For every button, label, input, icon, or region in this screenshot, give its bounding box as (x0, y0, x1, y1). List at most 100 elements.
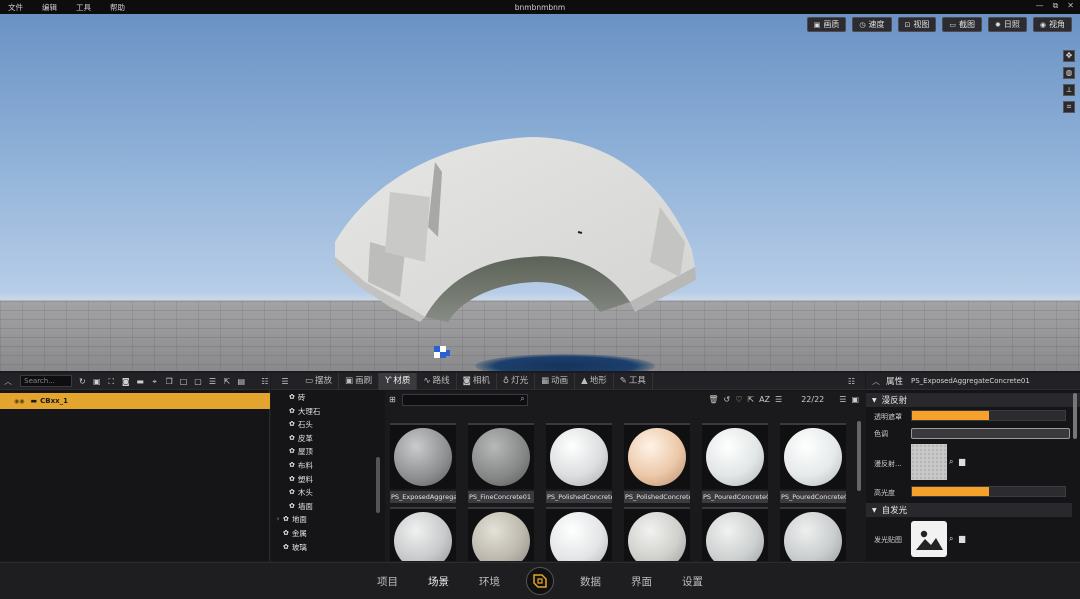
outliner-item[interactable]: ◉◉ ▬ CBxx_1 (0, 393, 270, 409)
tint-color-picker[interactable] (911, 428, 1070, 439)
properties-scrollbar[interactable] (1073, 393, 1077, 439)
copy-icon[interactable]: ❐ (165, 377, 173, 386)
quality-button[interactable]: ▣ 画质 (806, 17, 847, 32)
material-tile[interactable] (546, 507, 612, 561)
tab-tools[interactable]: ✎ 工具 (614, 372, 653, 390)
grid-scrollbar[interactable] (857, 421, 861, 491)
speed-button[interactable]: ◷ 速度 (852, 17, 892, 32)
list-view-icon[interactable]: ☰ (839, 395, 846, 404)
menu-edit[interactable]: 编辑 (42, 2, 57, 13)
material-tile[interactable]: PS_PolishedConcrete02 (624, 423, 690, 509)
sunlight-button[interactable]: ✹ 日照 (988, 17, 1027, 32)
orbit-icon[interactable]: ◍ (1063, 67, 1075, 79)
frame-icon[interactable]: ▣ (93, 377, 101, 386)
emissive-section[interactable]: ▼ 自发光 (866, 503, 1072, 517)
refresh-icon[interactable]: ↻ (78, 377, 86, 386)
menu-tools[interactable]: 工具 (76, 2, 91, 13)
grid-snap-icon[interactable]: ⌗ (1063, 101, 1075, 113)
tab-camera[interactable]: ◙ 相机 (457, 372, 497, 390)
folder-icon[interactable]: ▆ (959, 534, 965, 543)
delete-icon[interactable]: 🗑 (708, 395, 718, 404)
menu-help[interactable]: 帮助 (110, 2, 125, 13)
window-icon[interactable]: ▢ (194, 377, 202, 386)
tab-terrain[interactable]: ▲ 地形 (575, 372, 614, 390)
visibility-icon[interactable]: ◉◉ (14, 398, 24, 405)
sort-az-icon[interactable]: AZ (759, 395, 770, 404)
3d-viewport[interactable]: ▣ 画质 ◷ 速度 ⊡ 视图 ▭ 截图 ✹ 日照 ◉ 视角 ✥ ◍ ⟂ ⌗ (0, 14, 1080, 371)
nav-interface[interactable]: 界面 (631, 574, 652, 589)
minimize-icon[interactable]: — (1036, 1, 1044, 11)
folder-icon[interactable]: ▆ (959, 457, 965, 466)
app-logo-button[interactable] (526, 567, 554, 595)
export-icon[interactable]: ⇱ (747, 395, 754, 404)
material-tile[interactable]: PS_PouredConcrete01 (702, 423, 768, 509)
hamburger-icon[interactable]: ☰ (271, 377, 299, 386)
box-icon[interactable]: □ (179, 377, 188, 386)
category-item[interactable]: ✿ 砖 (271, 391, 383, 405)
collapse-chevron-icon[interactable]: ︿ (872, 376, 880, 387)
pivot-icon[interactable]: ⌖ (150, 377, 158, 386)
nav-project[interactable]: 项目 (377, 574, 398, 589)
material-tile[interactable]: PS_PolishedConcrete01 (546, 423, 612, 509)
concrete-arch-model[interactable] (330, 132, 702, 332)
outliner-search-input[interactable]: Search... (20, 375, 73, 387)
list-icon[interactable]: ☰ (208, 377, 216, 386)
screenshot-button[interactable]: ▭ 截图 (942, 17, 983, 32)
category-item[interactable]: ✿ 屋顶 (271, 445, 383, 459)
tab-route[interactable]: ∿ 路线 (417, 372, 457, 390)
axis-icon[interactable]: ⟂ (1063, 84, 1075, 96)
nav-scene[interactable]: 场景 (428, 574, 449, 589)
material-tile[interactable]: PS_FineConcrete01 (468, 423, 534, 509)
nav-data[interactable]: 数据 (580, 574, 601, 589)
material-tile[interactable]: PS_ExposedAggregateConcrete01 (390, 423, 456, 509)
category-item[interactable]: ✿ 玻璃 (271, 541, 383, 555)
view-button[interactable]: ⊡ 视图 (897, 17, 937, 32)
category-item[interactable]: ✿ 皮革 (271, 432, 383, 446)
nav-environment[interactable]: 环境 (479, 574, 500, 589)
nav-settings[interactable]: 设置 (682, 574, 703, 589)
search-icon[interactable]: ⌕ (949, 457, 953, 467)
material-search-input[interactable]: ⌕ (401, 393, 528, 406)
tab-brush[interactable]: ▣ 画刷 (339, 372, 380, 390)
history-icon[interactable]: ↺ (724, 395, 731, 404)
tree-scrollbar[interactable] (376, 457, 380, 513)
tab-animation[interactable]: ▦ 动画 (535, 372, 576, 390)
category-item[interactable]: ✿ 塑料 (271, 473, 383, 487)
category-item[interactable]: ✿ 大理石 (271, 405, 383, 419)
tab-placement[interactable]: ▭ 摆放 (299, 372, 340, 390)
menu-icon[interactable]: ☷ (261, 377, 269, 386)
specular-slider[interactable] (911, 486, 1066, 497)
perspective-button[interactable]: ◉ 视角 (1032, 17, 1072, 32)
tab-light[interactable]: ♁ 灯光 (497, 372, 536, 390)
detail-view-icon[interactable]: ▣ (851, 395, 859, 404)
material-tile[interactable]: PS_PouredConcrete02 (780, 423, 846, 509)
tab-material[interactable]: Ƴ 材质 (379, 372, 418, 390)
film-icon[interactable]: ▬ (136, 377, 144, 386)
diffuse-section[interactable]: ▼ 漫反射 (866, 393, 1080, 407)
category-item[interactable]: ✿ 石头 (271, 418, 383, 432)
close-icon[interactable]: ✕ (1067, 1, 1074, 11)
menu-file[interactable]: 文件 (8, 2, 23, 13)
restore-icon[interactable]: ⧉ (1053, 1, 1059, 11)
export-icon[interactable]: ⇱ (223, 377, 231, 386)
material-tile[interactable] (702, 507, 768, 561)
import-icon[interactable]: ▤ (237, 377, 246, 386)
opacity-slider[interactable] (911, 410, 1066, 421)
collapse-chevron-icon[interactable]: ︿ (4, 376, 17, 387)
category-item[interactable]: › ✿ 地面 (271, 513, 383, 527)
category-item[interactable]: ✿ 墙面 (271, 500, 383, 514)
panel-menu-icon[interactable]: ☷ (848, 377, 855, 386)
sort-icon[interactable]: ☰ (775, 395, 782, 404)
focus-icon[interactable]: ⛶ (107, 377, 115, 386)
emissive-texture-thumbnail[interactable] (911, 521, 947, 557)
category-item[interactable]: ✿ 木头 (271, 486, 383, 500)
scene-camera-icon[interactable] (432, 344, 452, 360)
material-tile[interactable] (468, 507, 534, 561)
diffuse-texture-thumbnail[interactable] (911, 444, 947, 480)
material-tile[interactable] (390, 507, 456, 561)
category-item[interactable]: ✿ 金属 (271, 527, 383, 541)
category-item[interactable]: ✿ 布料 (271, 459, 383, 473)
material-tile[interactable] (624, 507, 690, 561)
expand-arrow-icon[interactable]: › (273, 513, 283, 527)
move-icon[interactable]: ✥ (1063, 50, 1075, 62)
